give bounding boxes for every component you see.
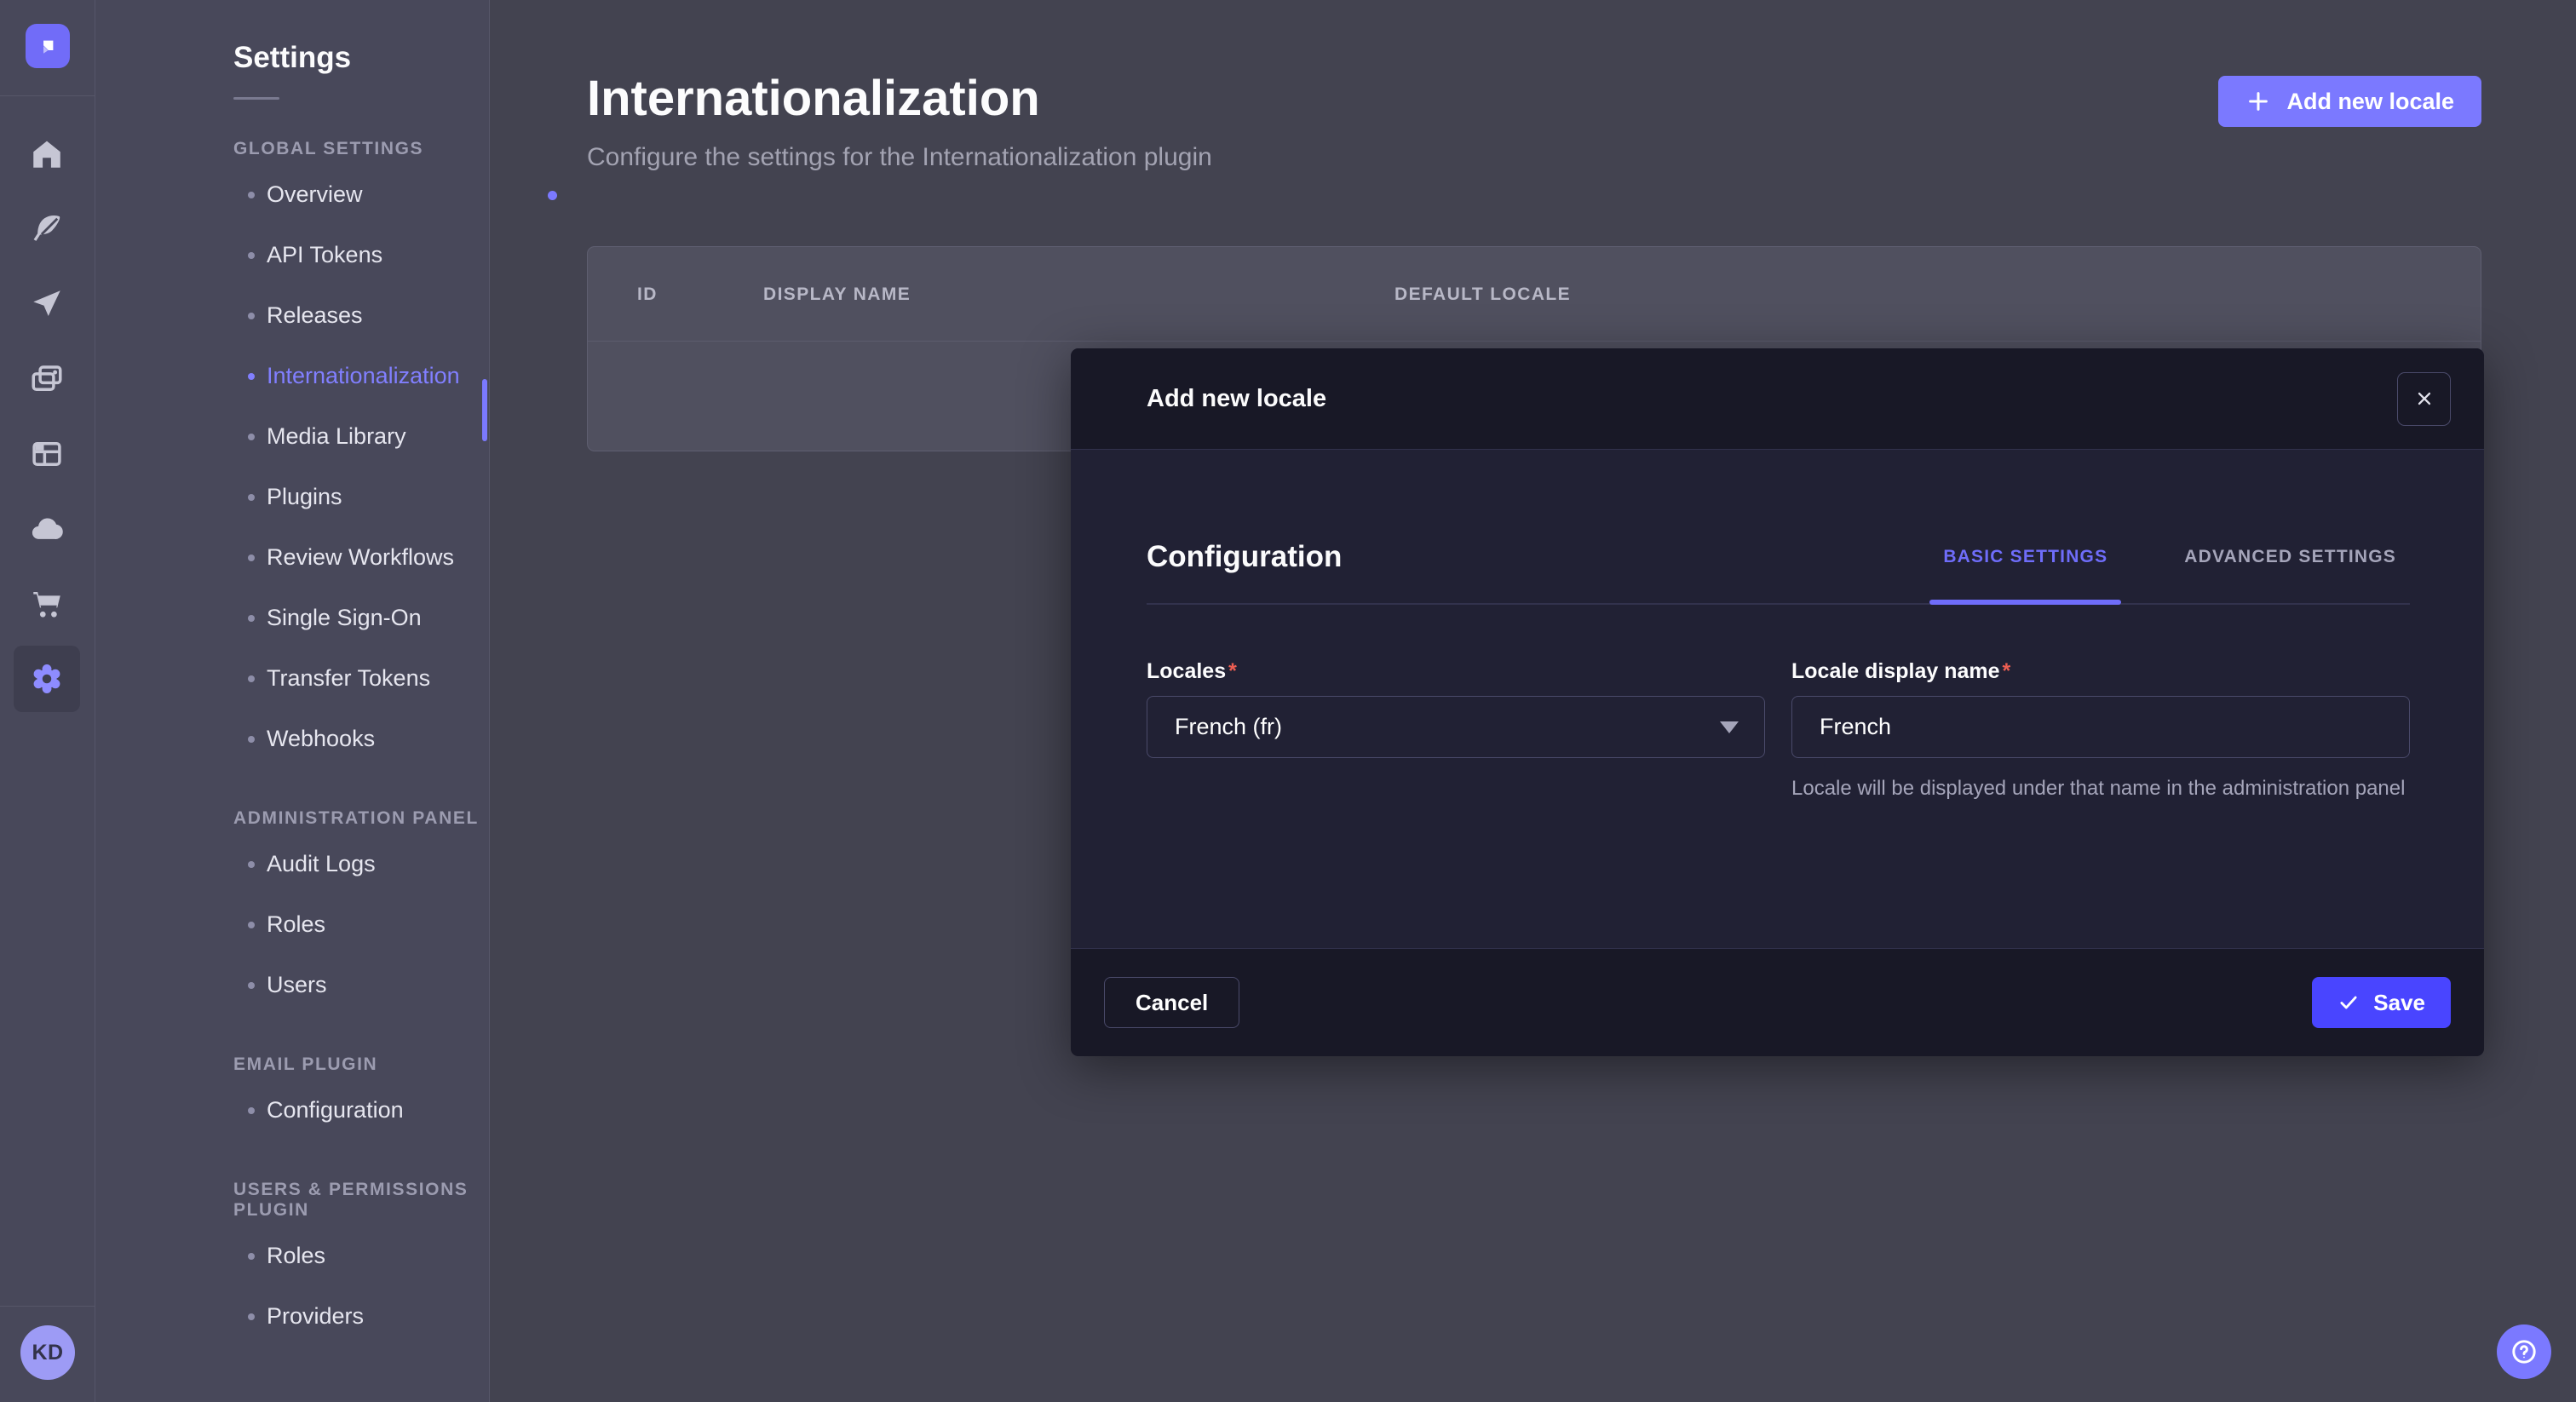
sidebar-item-up-providers[interactable]: Providers bbox=[95, 1286, 489, 1347]
configuration-section-head: Configuration BASIC SETTINGS ADVANCED SE… bbox=[1147, 450, 2410, 605]
page-subtitle: Configure the settings for the Internati… bbox=[587, 143, 1212, 172]
media-images-icon[interactable] bbox=[14, 346, 80, 412]
locales-select-value: French (fr) bbox=[1175, 714, 1282, 740]
column-header-default-locale: DEFAULT LOCALE bbox=[1394, 247, 1571, 342]
sidebar-item-plugins[interactable]: Plugins bbox=[95, 467, 489, 527]
close-icon bbox=[2413, 388, 2435, 410]
bullet-icon bbox=[248, 675, 255, 682]
locales-label: Locales* bbox=[1147, 659, 1765, 684]
cancel-button[interactable]: Cancel bbox=[1104, 977, 1239, 1028]
add-new-locale-button[interactable]: Add new locale bbox=[2218, 76, 2481, 127]
notification-dot bbox=[548, 191, 557, 200]
bullet-icon bbox=[248, 736, 255, 743]
section-header-global-settings: GLOBAL SETTINGS bbox=[233, 139, 489, 159]
locales-field: Locales* French (fr) bbox=[1147, 659, 1765, 803]
user-initials: KD bbox=[32, 1341, 63, 1365]
plus-icon bbox=[2245, 89, 2271, 114]
bullet-icon bbox=[248, 313, 255, 319]
save-button[interactable]: Save bbox=[2312, 977, 2451, 1028]
sidebar-item-up-roles[interactable]: Roles bbox=[95, 1226, 489, 1286]
sidebar-item-api-tokens[interactable]: API Tokens bbox=[95, 225, 489, 285]
modal-header: Add new locale bbox=[1071, 348, 2484, 450]
bullet-icon bbox=[248, 1253, 255, 1260]
display-name-hint: Locale will be displayed under that name… bbox=[1791, 773, 2410, 803]
table-header-row: ID DISPLAY NAME DEFAULT LOCALE bbox=[588, 247, 2481, 342]
rail-divider bbox=[0, 95, 95, 96]
display-name-field: Locale display name* Locale will be disp… bbox=[1791, 659, 2410, 803]
sidebar-item-review-workflows[interactable]: Review Workflows bbox=[95, 527, 489, 588]
locales-select[interactable]: French (fr) bbox=[1147, 696, 1765, 758]
sidebar-item-audit-logs[interactable]: Audit Logs bbox=[95, 834, 489, 894]
rail-divider bbox=[0, 1306, 95, 1307]
sidebar-item-overview[interactable]: Overview bbox=[95, 164, 489, 225]
close-button[interactable] bbox=[2397, 372, 2451, 426]
display-name-label: Locale display name* bbox=[1791, 659, 2410, 684]
bullet-icon bbox=[248, 373, 255, 380]
send-plane-icon[interactable] bbox=[14, 271, 80, 337]
sidebar-item-media-library[interactable]: Media Library bbox=[95, 406, 489, 467]
column-header-display-name: DISPLAY NAME bbox=[763, 247, 911, 342]
strapi-logo-icon bbox=[33, 32, 62, 60]
sidebar-title: Settings bbox=[95, 0, 489, 75]
settings-tabs: BASIC SETTINGS ADVANCED SETTINGS bbox=[1929, 547, 2410, 603]
sidebar-item-admin-roles[interactable]: Roles bbox=[95, 894, 489, 955]
add-locale-modal: Add new locale Configuration BASIC SETTI… bbox=[1071, 348, 2484, 1056]
column-header-id: ID bbox=[637, 247, 658, 342]
settings-gear-icon[interactable] bbox=[14, 646, 80, 712]
content-feather-icon[interactable] bbox=[14, 196, 80, 262]
sidebar-title-rule bbox=[233, 97, 279, 100]
bullet-icon bbox=[248, 252, 255, 259]
modal-footer: Cancel Save bbox=[1071, 948, 2484, 1056]
section-header-email-plugin: EMAIL PLUGIN bbox=[233, 1054, 489, 1075]
sidebar-item-admin-users[interactable]: Users bbox=[95, 955, 489, 1015]
cart-icon[interactable] bbox=[14, 571, 80, 637]
sidebar-item-single-sign-on[interactable]: Single Sign-On bbox=[95, 588, 489, 648]
tab-basic-settings[interactable]: BASIC SETTINGS bbox=[1929, 547, 2121, 603]
user-avatar[interactable]: KD bbox=[20, 1325, 75, 1380]
icon-rail: KD bbox=[0, 0, 95, 1402]
required-asterisk: * bbox=[1228, 659, 1237, 683]
active-item-indicator bbox=[482, 379, 487, 441]
sidebar-item-email-configuration[interactable]: Configuration bbox=[95, 1080, 489, 1141]
bullet-icon bbox=[248, 494, 255, 501]
bullet-icon bbox=[248, 554, 255, 561]
home-icon[interactable] bbox=[14, 121, 80, 187]
section-title: Configuration bbox=[1147, 540, 1342, 603]
section-header-users-permissions-plugin: USERS & PERMISSIONS PLUGIN bbox=[233, 1180, 489, 1221]
main-content: Internationalization Configure the setti… bbox=[491, 0, 2576, 1402]
page-title: Internationalization bbox=[587, 70, 1040, 127]
bullet-icon bbox=[248, 922, 255, 928]
settings-sidebar: Settings GLOBAL SETTINGS Overview API To… bbox=[95, 0, 490, 1402]
sidebar-item-internationalization[interactable]: Internationalization bbox=[95, 346, 489, 406]
layout-panel-icon[interactable] bbox=[14, 421, 80, 487]
required-asterisk: * bbox=[2003, 659, 2011, 683]
bullet-icon bbox=[248, 192, 255, 198]
modal-body: Configuration BASIC SETTINGS ADVANCED SE… bbox=[1071, 450, 2484, 948]
sidebar-item-webhooks[interactable]: Webhooks bbox=[95, 709, 489, 769]
question-circle-icon bbox=[2510, 1337, 2539, 1366]
bullet-icon bbox=[248, 1313, 255, 1320]
check-icon bbox=[2337, 991, 2360, 1014]
cloud-icon[interactable] bbox=[14, 496, 80, 562]
sidebar-item-transfer-tokens[interactable]: Transfer Tokens bbox=[95, 648, 489, 709]
section-header-administration-panel: ADMINISTRATION PANEL bbox=[233, 808, 489, 829]
bullet-icon bbox=[248, 434, 255, 440]
chevron-down-icon bbox=[1720, 721, 1739, 733]
bullet-icon bbox=[248, 615, 255, 622]
bullet-icon bbox=[248, 1107, 255, 1114]
bullet-icon bbox=[248, 861, 255, 868]
tab-advanced-settings[interactable]: ADVANCED SETTINGS bbox=[2171, 547, 2410, 603]
sidebar-item-releases[interactable]: Releases bbox=[95, 285, 489, 346]
form-fields: Locales* French (fr) Locale display name… bbox=[1147, 659, 2410, 803]
modal-title: Add new locale bbox=[1147, 385, 1326, 413]
display-name-input[interactable] bbox=[1791, 696, 2410, 758]
help-button[interactable] bbox=[2497, 1324, 2551, 1379]
strapi-logo[interactable] bbox=[26, 24, 70, 68]
bullet-icon bbox=[248, 982, 255, 989]
